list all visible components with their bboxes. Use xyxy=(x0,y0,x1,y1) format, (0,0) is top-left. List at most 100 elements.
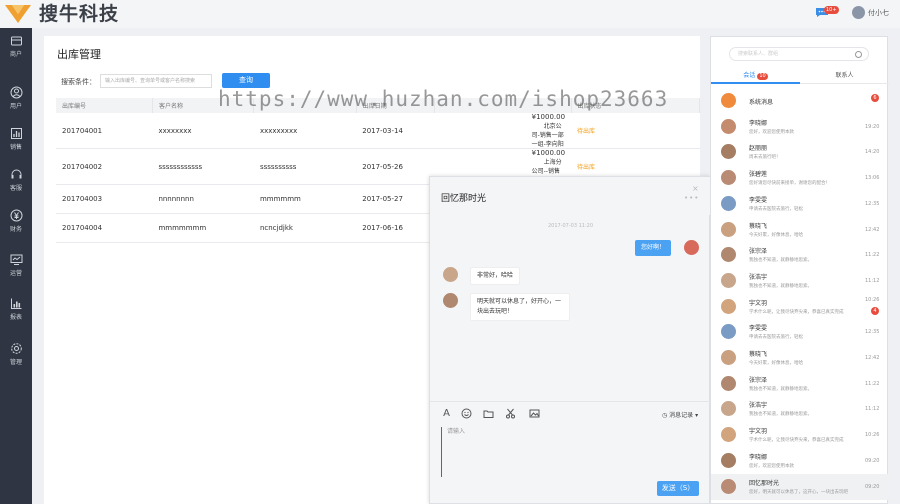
contact-item[interactable]: 李晓娜 您好，欢迎您使用本款 09:20 xyxy=(711,448,889,474)
unread-badge: 6 xyxy=(871,94,879,102)
user-icon xyxy=(10,86,22,99)
sidebar-item-label: 财务 xyxy=(9,226,22,233)
contact-avatar xyxy=(721,272,736,288)
contact-name: 李晓娜 xyxy=(749,119,768,127)
message-bubble: 非常好，哈哈 xyxy=(470,267,521,285)
brand-name: 搜牛科技 xyxy=(39,3,120,25)
contact-name: 赵丽丽 xyxy=(749,145,768,153)
contact-name: 蔡晓飞 xyxy=(749,351,768,358)
contact-item[interactable]: 李雯雯 申请去去医院去旅行，轻松 12:35 xyxy=(711,319,889,345)
contact-last-message: 我独也不知道，就静静地思索。 xyxy=(749,412,812,418)
unread-badge: 4 xyxy=(871,306,879,315)
table-cell-date: 2017-03-14 xyxy=(356,113,435,149)
sidebar-item-finance[interactable]: 财务 xyxy=(0,206,32,236)
table-cell-customer: xxxxxxxx xyxy=(152,113,254,149)
more-icon[interactable]: ••• xyxy=(684,194,699,202)
bell-icon xyxy=(721,93,736,108)
contact-item[interactable]: 回忆那时光 您好，明天就可以休息了，这开心，一块出去玩吧 09:20 xyxy=(711,473,889,500)
contact-item[interactable]: 张浩宇 我独也不知道，就静静地思索。 11:12 xyxy=(711,396,889,422)
contact-item[interactable]: 赵丽丽 周末去旅行吧！ 14:20 xyxy=(711,139,889,165)
contact-item[interactable]: 蔡晓飞今天好累，好像休息，哈哈 12:42 xyxy=(711,345,889,371)
contact-avatar xyxy=(721,170,736,186)
contact-name: 张浩宇 xyxy=(749,273,768,281)
sidebar-item-report[interactable]: 报表 xyxy=(0,294,32,324)
table-cell-customer: mmmmmmm xyxy=(152,213,254,243)
sidebar-item-user[interactable]: 用户 xyxy=(0,83,32,113)
contact-avatar xyxy=(721,427,736,443)
contact-last-message: 今天好累，好像休息，哈哈 xyxy=(749,361,803,366)
contact-avatar xyxy=(721,324,736,340)
column-header[interactable]: 出库编号 xyxy=(56,98,153,113)
contact-time: 11:12 xyxy=(865,406,880,413)
image-icon[interactable] xyxy=(529,408,540,419)
search-icon[interactable] xyxy=(855,51,862,58)
contact-item[interactable]: 张浩宇 我独也不知道，就静静地思索。 11:12 xyxy=(711,268,889,294)
contact-time: 12:35 xyxy=(865,200,880,207)
message-input[interactable]: 请输入 xyxy=(441,427,696,477)
contact-avatar xyxy=(721,375,736,391)
contact-name: 系统消息 xyxy=(749,99,774,106)
contact-avatar xyxy=(443,293,458,308)
app-window: 搜牛科技 10+ 付小七 商户 用户 销售 客服 财务 运营 报表 管理 出库管… xyxy=(0,0,900,504)
sidebar-item-label: 客服 xyxy=(9,185,22,192)
search-label: 搜索条件： xyxy=(61,78,96,86)
contact-time: 12:42 xyxy=(865,355,880,361)
contact-name: 张碧莲 xyxy=(749,171,768,179)
sidebar-item-label: 商户 xyxy=(9,51,22,58)
history-link[interactable]: ◷ 消息记录 ▾ xyxy=(662,410,698,419)
contact-item[interactable]: 宇文羽 学术什么呢，让我尽快弃尖来，恭喜已真实完成 10:26 4 xyxy=(711,294,889,320)
contact-item[interactable]: 张碧莲 您好请您尽快前来接单，谢谢您的配合！ 13:06 xyxy=(711,165,889,191)
sidebar-item-operations[interactable]: 运营 xyxy=(0,250,32,280)
sidebar-item-manage[interactable]: 管理 xyxy=(0,339,32,369)
contact-avatar xyxy=(721,247,736,263)
contact-time: 11:22 xyxy=(865,252,880,259)
chat-title: 回忆那时光 xyxy=(441,194,487,204)
contact-item[interactable]: 宇文羽 学术什么呢，让我尽快弃尖来，恭喜已真实完成 10:26 xyxy=(711,422,889,448)
contact-name: 张宗泽 xyxy=(749,248,768,256)
tab-contacts[interactable]: 联系人 xyxy=(800,69,889,84)
search-button[interactable]: 查询 xyxy=(222,73,270,88)
sidebar-item-store[interactable]: 商户 xyxy=(0,31,32,61)
contact-name: 宇文羽 xyxy=(749,299,768,307)
sidebar-item-sales[interactable]: 销售 xyxy=(0,124,32,154)
tab-sessions[interactable]: 会话 10 xyxy=(711,69,800,84)
user-name[interactable]: 付小七 xyxy=(868,8,889,18)
contact-time: 13:06 xyxy=(865,175,880,182)
table-cell-customer: ssssssssssss xyxy=(152,148,254,185)
contact-time: 19:20 xyxy=(865,123,880,130)
contact-last-message: 今天好累，好像休息，哈哈 xyxy=(749,232,803,238)
sidebar-item-service[interactable]: 客服 xyxy=(0,165,32,195)
contact-name: 回忆那时光 xyxy=(749,479,780,487)
history-label: 消息记录 xyxy=(669,412,694,419)
contact-avatar xyxy=(721,452,736,468)
user-avatar[interactable] xyxy=(852,6,865,19)
contact-search-input[interactable]: 搜索联系人、群组 xyxy=(729,47,869,61)
close-icon[interactable]: × xyxy=(692,184,699,193)
table-cell-date: 2017-05-27 xyxy=(356,184,435,214)
send-button[interactable]: 发送（S） xyxy=(657,481,699,496)
search-input[interactable]: 输入出库编号、查询单号或客户名称搜索 xyxy=(100,74,212,88)
contact-item[interactable]: 张宗泽 我独也不知道，就静静地思索。 11:22 xyxy=(711,242,889,268)
scissors-icon[interactable] xyxy=(505,408,516,419)
contact-avatar xyxy=(721,195,736,211)
contact-item[interactable]: 李晓娜 您好，欢迎您使用本款 19:20 xyxy=(711,114,889,140)
font-icon[interactable]: A xyxy=(441,408,452,419)
folder-icon[interactable] xyxy=(483,408,494,419)
yen-icon xyxy=(10,209,22,222)
contact-search-placeholder: 搜索联系人、群组 xyxy=(738,51,779,57)
table-row[interactable]: 201704001 xxxxxxxx xxxxxxxxx 2017-03-14 ¥100… xyxy=(56,113,700,149)
emoji-icon[interactable] xyxy=(461,408,472,419)
contact-item[interactable]: 蔡晓飞 今天好累，好像休息，哈哈 12:42 xyxy=(711,217,889,243)
contact-time: 11:22 xyxy=(865,380,880,387)
chat-window: 回忆那时光 × ••• 2017-07-03 11:20 您好啊！ 非常好，哈哈… xyxy=(429,176,711,504)
message-bubble: 明天就可以休息了，好开心，一块出去玩吧！ xyxy=(470,293,570,321)
contact-item[interactable]: 张宗泽 我独也不知道，就静静地思索。 11:22 xyxy=(711,371,889,397)
contact-item[interactable]: 李雯雯 申请去去医院去旅行，轻松 12:35 xyxy=(711,191,889,217)
contact-time: 10:26 xyxy=(865,296,880,303)
table-cell-status[interactable]: 待出库 xyxy=(571,113,700,149)
contact-avatar xyxy=(721,401,736,417)
contact-time: 10:26 xyxy=(865,432,880,439)
contact-item[interactable]: 系统消息 6 xyxy=(711,88,889,114)
table-cell-id: 201704004 xyxy=(56,213,153,243)
logo-icon xyxy=(5,5,31,23)
